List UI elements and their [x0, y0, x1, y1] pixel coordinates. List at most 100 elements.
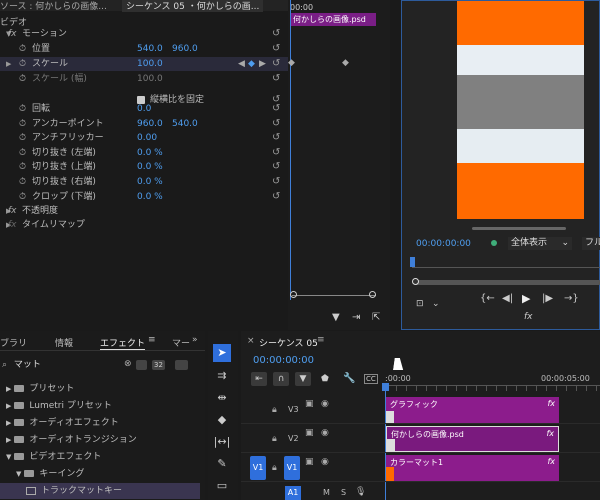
keyframe-icon[interactable]: ◆ [342, 58, 349, 68]
stopwatch-icon[interactable]: ⏱ [19, 117, 26, 131]
rectangle-tool-icon[interactable]: ▭ [213, 477, 231, 495]
sync-lock-icon[interactable]: ▣ [305, 457, 314, 467]
property-value-1[interactable]: 960.0 [137, 117, 163, 131]
panel-menu-icon[interactable]: ≡ [317, 335, 325, 345]
video-frame[interactable] [457, 1, 584, 219]
fx-icon[interactable]: fx [547, 399, 555, 408]
lock-icon[interactable]: 🔒︎ [272, 434, 277, 444]
solo-button[interactable]: S [341, 488, 346, 497]
panel-menu-icon[interactable]: ≡ [148, 335, 156, 345]
lock-icon[interactable]: 🔒︎ [272, 405, 277, 415]
fx-icon[interactable]: fx [546, 429, 554, 438]
property-row[interactable]: ⏱ 切り抜き (右端) 0.0 % ↺ [0, 175, 290, 189]
property-row[interactable]: ⏱ スケール (幅) 100.0 ↺ [0, 72, 290, 86]
sync-lock-icon[interactable]: ▣ [305, 399, 314, 409]
linked-selection-icon[interactable]: ∩ [273, 372, 289, 386]
video-track-row[interactable]: 🔒︎ V3 ▣ ◉ グラフィック fx [241, 396, 600, 424]
effects-search[interactable]: ⌕ マット [0, 357, 120, 373]
goto-in-icon[interactable]: {← [480, 293, 495, 304]
reset-icon[interactable]: ↺ [272, 117, 280, 131]
time-remap-row[interactable]: ▶ fx タイムリマップ [0, 218, 290, 232]
reset-icon[interactable]: ↺ [272, 131, 280, 145]
stopwatch-icon[interactable]: ⏱ [19, 131, 26, 145]
step-forward-icon[interactable]: |▶ [542, 293, 553, 304]
eye-icon[interactable]: ◉ [321, 399, 329, 409]
tab-source[interactable]: ソース : 何かしらの画像... [0, 0, 107, 12]
fx-icon[interactable]: fx [8, 204, 17, 218]
reset-icon[interactable]: ↺ [272, 27, 280, 41]
fx-icon[interactable]: fx [547, 457, 555, 466]
effects-tree-item[interactable]: ▶ オーディオトランジション [0, 432, 200, 448]
chevron-down-icon[interactable]: ▼ [16, 470, 21, 478]
microphone-icon[interactable]: 🎙 [355, 487, 366, 497]
reset-icon[interactable]: ↺ [272, 160, 280, 174]
expand-chevron-icon[interactable]: ▶ [6, 385, 11, 393]
razor-tool-icon[interactable]: ◆ [213, 411, 231, 429]
opacity-row[interactable]: ▶ fx 不透明度 [0, 204, 290, 218]
expand-chevron-icon[interactable]: ▶ [6, 402, 11, 410]
wrench-icon[interactable]: 🔧 [343, 373, 355, 384]
next-keyframe-icon[interactable]: ▶ [259, 57, 266, 71]
playhead-marker[interactable] [382, 383, 389, 391]
stopwatch-icon[interactable]: ⏱ [19, 175, 26, 189]
effects-tree-item[interactable]: ▶ Lumetri プリセット [0, 398, 200, 414]
reset-icon[interactable]: ↺ [272, 42, 280, 56]
eye-icon[interactable]: ◉ [321, 457, 329, 467]
prev-keyframe-icon[interactable]: ◀ [238, 57, 245, 71]
ec-clip-bar[interactable]: 何かしらの画像.psd [290, 13, 376, 26]
reset-icon[interactable]: ↺ [272, 175, 280, 189]
effects-tree-item[interactable]: トラックマットキー [0, 483, 200, 499]
ec-zoom-scrollbar[interactable] [292, 295, 376, 301]
zoom-select[interactable]: 全体表示 ⌄ [508, 237, 572, 250]
effects-tree-item[interactable]: ▼ ビデオエフェクト [0, 449, 200, 465]
stopwatch-icon[interactable]: ⏱ [19, 102, 26, 116]
property-value-1[interactable]: 0.00 [137, 131, 157, 145]
property-row[interactable]: ⏱ アンカーポイント 960.0 540.0 ↺ [0, 117, 290, 131]
reset-icon[interactable]: ↺ [272, 57, 280, 71]
property-value-1[interactable]: 0.0 % [137, 146, 163, 160]
time-ruler[interactable] [386, 385, 600, 391]
timeline-clip[interactable]: グラフィック fx [386, 397, 559, 423]
tab-info[interactable]: 情報 [55, 336, 73, 349]
sequence-tab[interactable]: シーケンス 05 [259, 336, 318, 349]
effects-tree-item[interactable]: ▼ キーイング [0, 466, 200, 482]
tab-markers[interactable]: マー [172, 336, 190, 349]
monitor-ruler[interactable] [412, 260, 600, 268]
property-row[interactable]: ⏱ 位置 540.0 960.0 ↺ [0, 42, 290, 56]
stopwatch-icon[interactable]: ⏱ [19, 42, 26, 56]
play-icon[interactable]: ▶ [522, 292, 530, 305]
reset-icon[interactable]: ↺ [272, 72, 280, 86]
keyframe-icon[interactable]: ◆ [288, 58, 295, 68]
monitor-scrollbar[interactable] [472, 227, 566, 230]
property-row[interactable]: ▶ ⏱ スケール 100.0 ◀ ◆ ▶ ↺ [0, 57, 290, 71]
overflow-icon[interactable]: » [192, 335, 198, 345]
reset-icon[interactable]: ↺ [272, 146, 280, 160]
reset-icon[interactable]: ↺ [272, 190, 280, 204]
chevron-down-icon[interactable]: ⌄ [432, 299, 440, 309]
stopwatch-icon[interactable]: ⏱ [19, 160, 26, 174]
slip-tool-icon[interactable]: |↔| [213, 433, 231, 451]
mute-button[interactable]: M [323, 488, 330, 497]
motion-row[interactable]: ▼ fx モーション ↺ [0, 27, 290, 41]
zoom-handle-icon[interactable] [412, 278, 419, 285]
search-input[interactable]: マット [14, 360, 41, 370]
expand-chevron-icon[interactable]: ▶ [6, 57, 11, 71]
property-value-1[interactable]: 100.0 [137, 72, 163, 86]
property-value-2[interactable]: 960.0 [172, 42, 198, 56]
ec-playhead[interactable] [290, 0, 291, 300]
export-icon[interactable]: ⇱ [372, 312, 380, 323]
property-row[interactable]: ⏱ アンチフリッカー 0.00 ↺ [0, 131, 290, 145]
property-row[interactable]: ⏱ 回転 0.0 ↺ [0, 102, 290, 116]
captions-icon[interactable]: CC [364, 374, 378, 384]
property-row[interactable]: ⏱ 切り抜き (上端) 0.0 % ↺ [0, 160, 290, 174]
ripple-edit-tool-icon[interactable]: ⇹ [213, 389, 231, 407]
quality-select[interactable]: フル [582, 237, 600, 250]
video-track-row[interactable]: 🔒︎ V2 ▣ ◉ 何かしらの画像.psd fx [241, 425, 600, 453]
source-patch-v1[interactable]: V1 [250, 456, 266, 480]
32bit-effects-icon[interactable]: 32 [152, 360, 165, 370]
tab-effects[interactable]: エフェクト [100, 336, 146, 350]
property-value-1[interactable]: 100.0 [137, 57, 163, 71]
effects-tree-item[interactable]: ▶ プリセット [0, 381, 200, 397]
marker-icon[interactable]: ⬟ [321, 374, 329, 384]
property-row[interactable]: ⏱ 切り抜き (左端) 0.0 % ↺ [0, 146, 290, 160]
